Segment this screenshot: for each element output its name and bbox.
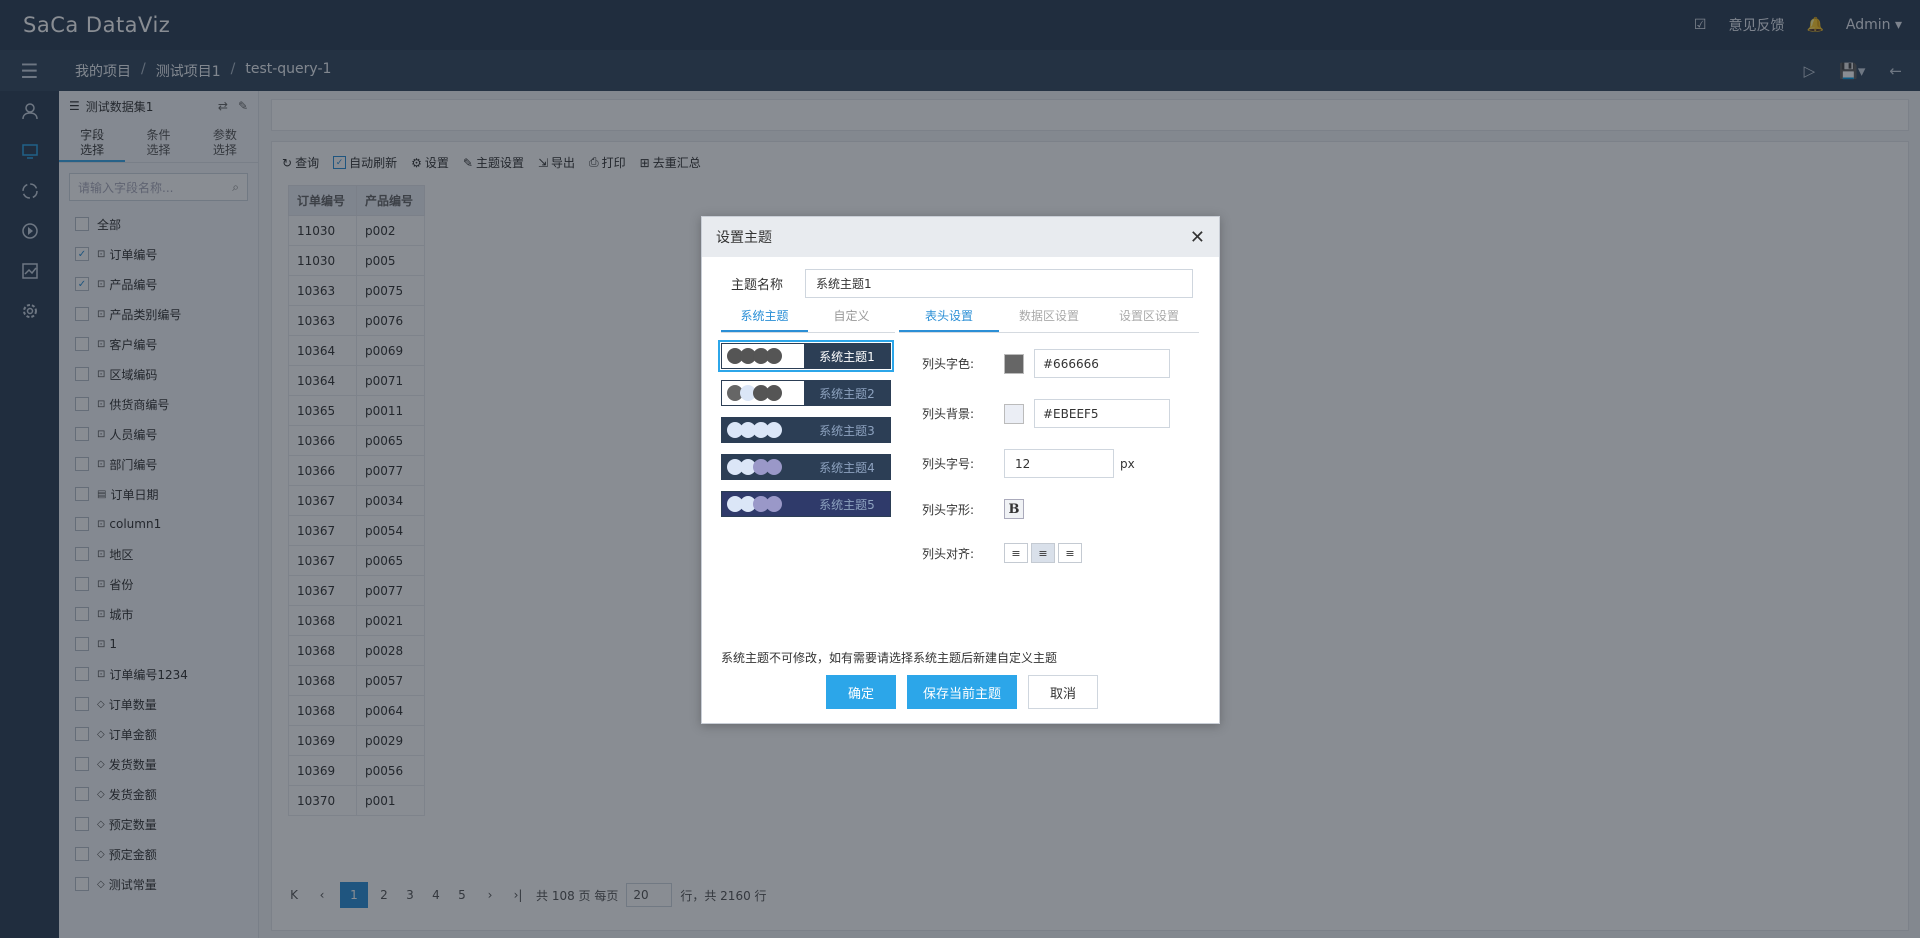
close-icon[interactable]: ✕ xyxy=(1190,227,1205,248)
header-align-label: 列头对齐: xyxy=(922,546,975,561)
theme-list: 系统主题1 系统主题2 系统主题3 系统主题4 系统主题5 xyxy=(718,340,894,528)
header-style-row: 列头字形: B xyxy=(922,499,1024,519)
header-color-label: 列头字色: xyxy=(922,357,975,371)
dialog-title: 设置主题 xyxy=(716,230,772,246)
header-size-unit: px xyxy=(1120,456,1135,471)
color-dot xyxy=(766,348,782,364)
theme-label: 系统主题5 xyxy=(804,492,890,516)
header-style-label: 列头字形: xyxy=(922,502,975,517)
theme-label: 系统主题1 xyxy=(804,344,890,368)
tab-custom-theme[interactable]: 自定义 xyxy=(808,307,895,332)
align-right-icon: ≡ xyxy=(1065,546,1075,560)
theme-preview xyxy=(722,381,804,405)
theme-option[interactable]: 系统主题1 xyxy=(718,340,894,372)
theme-name-input[interactable]: 系统主题1 xyxy=(805,269,1194,298)
align-center-icon: ≡ xyxy=(1038,546,1048,560)
header-bg-input[interactable]: #EBEEF5 xyxy=(1034,399,1170,428)
header-bg-swatch[interactable] xyxy=(1004,403,1024,424)
header-align-row: 列头对齐: ≡ ≡ ≡ xyxy=(922,543,1085,563)
cancel-button[interactable]: 取消 xyxy=(1028,675,1098,709)
align-left-button[interactable]: ≡ xyxy=(1004,543,1028,563)
tab-data-area-settings[interactable]: 数据区设置 xyxy=(999,307,1099,332)
theme-name-row: 主题名称 系统主题1 xyxy=(731,269,1194,298)
theme-option[interactable]: 系统主题4 xyxy=(721,454,891,480)
theme-label: 系统主题2 xyxy=(804,381,890,405)
theme-label: 系统主题3 xyxy=(804,418,890,442)
header-size-row: 列头字号: 12 px xyxy=(922,449,1135,478)
theme-option[interactable]: 系统主题3 xyxy=(721,417,891,443)
header-size-label: 列头字号: xyxy=(922,457,975,471)
theme-preview xyxy=(722,455,804,479)
color-dot xyxy=(766,496,782,512)
ok-button[interactable]: 确定 xyxy=(826,675,896,709)
bold-toggle[interactable]: B xyxy=(1004,499,1024,519)
tab-system-theme[interactable]: 系统主题 xyxy=(721,307,808,332)
dialog-header: 设置主题 ✕ xyxy=(702,217,1219,257)
header-bg-row: 列头背景: #EBEEF5 xyxy=(922,399,1170,428)
theme-option[interactable]: 系统主题2 xyxy=(721,380,891,406)
align-left-icon: ≡ xyxy=(1011,546,1021,560)
header-color-swatch[interactable] xyxy=(1004,353,1024,374)
header-size-input[interactable]: 12 xyxy=(1004,449,1114,478)
header-color-row: 列头字色: #666666 xyxy=(922,349,1170,378)
align-right-button[interactable]: ≡ xyxy=(1058,543,1082,563)
header-bg-label: 列头背景: xyxy=(922,407,975,421)
align-center-button[interactable]: ≡ xyxy=(1031,543,1055,563)
theme-type-tabs: 系统主题 自定义 xyxy=(721,307,895,333)
color-dot xyxy=(766,422,782,438)
theme-name-label: 主题名称 xyxy=(731,278,784,293)
header-color-input[interactable]: #666666 xyxy=(1034,349,1170,378)
color-dot xyxy=(766,459,782,475)
theme-preview xyxy=(722,344,804,368)
theme-dialog: 设置主题 ✕ 主题名称 系统主题1 系统主题 自定义 表头设置 数据区设置 设置… xyxy=(701,216,1220,724)
dialog-buttons: 确定 保存当前主题 取消 xyxy=(826,675,1098,709)
system-theme-note: 系统主题不可修改，如有需要请选择系统主题后新建自定义主题 xyxy=(721,651,1058,665)
theme-preview xyxy=(722,418,804,442)
tab-header-settings[interactable]: 表头设置 xyxy=(899,307,999,332)
tab-settings-area-settings[interactable]: 设置区设置 xyxy=(1099,307,1199,332)
theme-option[interactable]: 系统主题5 xyxy=(721,491,891,517)
color-dot xyxy=(766,385,782,401)
save-current-theme-button[interactable]: 保存当前主题 xyxy=(907,675,1017,709)
settings-tabs: 表头设置 数据区设置 设置区设置 xyxy=(899,307,1199,333)
theme-preview xyxy=(722,492,804,516)
theme-label: 系统主题4 xyxy=(804,455,890,479)
